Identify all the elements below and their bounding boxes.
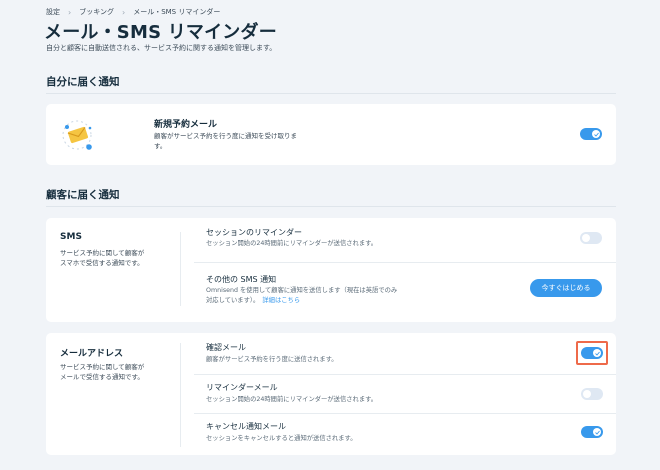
- email-desc: サービス予約に関して顧客が メールで受信する通知です。: [60, 363, 145, 381]
- email-title: メールアドレス: [60, 349, 124, 359]
- self-notification-card: 新規予約メール 顧客がサービス予約を行う度に通知を受け取りま す。: [46, 104, 616, 165]
- email-card: メールアドレス サービス予約に関して顧客が メールで受信する通知です。 確認メー…: [46, 333, 616, 455]
- page-title: メール・SMS リマインダー: [44, 22, 277, 43]
- page-subtitle: 自分と顧客に自動送信される、サービス予約に関する通知を管理します。: [46, 44, 277, 52]
- breadcrumb-booking[interactable]: ブッキング: [79, 7, 114, 17]
- start-now-button[interactable]: 今すぐはじめる: [530, 279, 602, 297]
- section-divider: [46, 206, 616, 207]
- cancellation-email-label: キャンセル通知メール: [206, 422, 286, 431]
- check-icon: [594, 351, 600, 356]
- confirmation-email-label: 確認メール: [206, 343, 246, 352]
- sms-card: SMS サービス予約に関して顧客が スマホで受信する通知です。 セッションのリマ…: [46, 218, 616, 322]
- sms-session-reminder-toggle[interactable]: [580, 232, 602, 244]
- sms-other-desc: Omnisend を使用して顧客に通知を送信します（現在は英語でのみ 対応してい…: [206, 287, 398, 304]
- column-divider: [180, 343, 181, 447]
- chevron-right-icon: ›: [68, 7, 72, 17]
- cancellation-email-toggle[interactable]: [581, 426, 603, 438]
- sms-session-reminder-desc: セッション開始の24時間前にリマインダーが送信されます。: [206, 240, 378, 247]
- new-booking-email-toggle[interactable]: [580, 128, 602, 140]
- sms-title: SMS: [60, 232, 82, 242]
- confirmation-email-toggle[interactable]: [581, 347, 603, 359]
- reminder-email-label: リマインダーメール: [206, 383, 278, 392]
- section-title-self: 自分に届く通知: [46, 76, 120, 88]
- new-booking-email-desc: 顧客がサービス予約を行う度に通知を受け取りま す。: [154, 132, 297, 150]
- section-title-customer: 顧客に届く通知: [46, 189, 120, 201]
- cancellation-email-desc: セッションをキャンセルすると通知が送信されます。: [206, 435, 357, 442]
- breadcrumb-settings[interactable]: 設定: [46, 7, 60, 17]
- chevron-right-icon: ›: [122, 7, 126, 17]
- column-divider: [180, 232, 181, 306]
- learn-more-link[interactable]: 詳細はこちら: [262, 297, 300, 304]
- breadcrumb: 設定 › ブッキング › メール・SMS リマインダー: [46, 7, 220, 17]
- check-icon: [594, 430, 600, 435]
- confirmation-email-desc: 顧客がサービス予約を行う度に送信されます。: [206, 356, 338, 363]
- section-divider: [46, 93, 616, 94]
- reminder-email-desc: セッション開始の24時間前にリマインダーが送信されます。: [206, 396, 378, 403]
- sms-desc: サービス予約に関して顧客が スマホで受信する通知です。: [60, 249, 145, 267]
- breadcrumb-current: メール・SMS リマインダー: [133, 8, 221, 16]
- row-divider: [194, 413, 616, 414]
- row-divider: [194, 374, 616, 375]
- row-divider: [194, 262, 616, 263]
- reminder-email-toggle[interactable]: [581, 388, 603, 400]
- sms-other-label: その他の SMS 通知: [206, 275, 277, 284]
- envelope-icon: [60, 118, 96, 152]
- check-icon: [593, 132, 599, 137]
- sms-session-reminder-label: セッションのリマインダー: [206, 228, 302, 237]
- new-booking-email-title: 新規予約メール: [154, 120, 218, 130]
